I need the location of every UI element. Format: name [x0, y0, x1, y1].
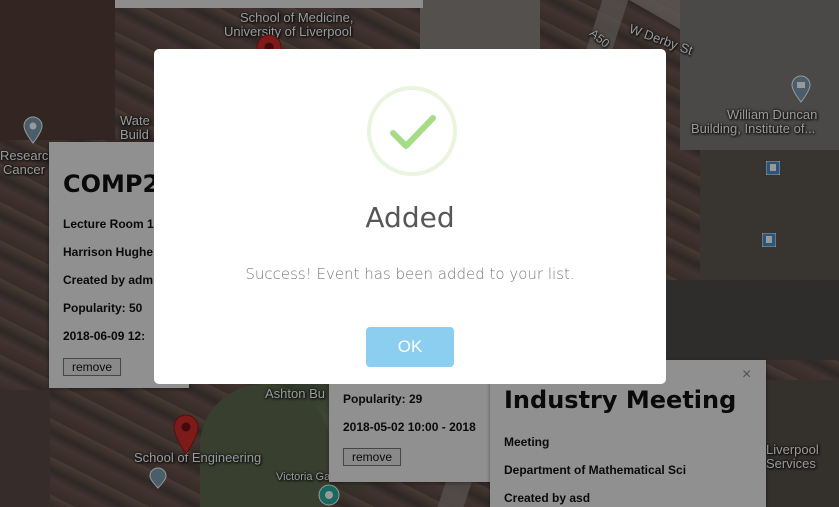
dialog-message: Success! Event has been added to your li… — [245, 265, 575, 283]
ok-button[interactable]: OK — [366, 327, 454, 367]
success-check-icon — [367, 86, 457, 176]
success-dialog: Added Success! Event has been added to y… — [154, 49, 666, 384]
dialog-title: Added — [365, 201, 455, 234]
